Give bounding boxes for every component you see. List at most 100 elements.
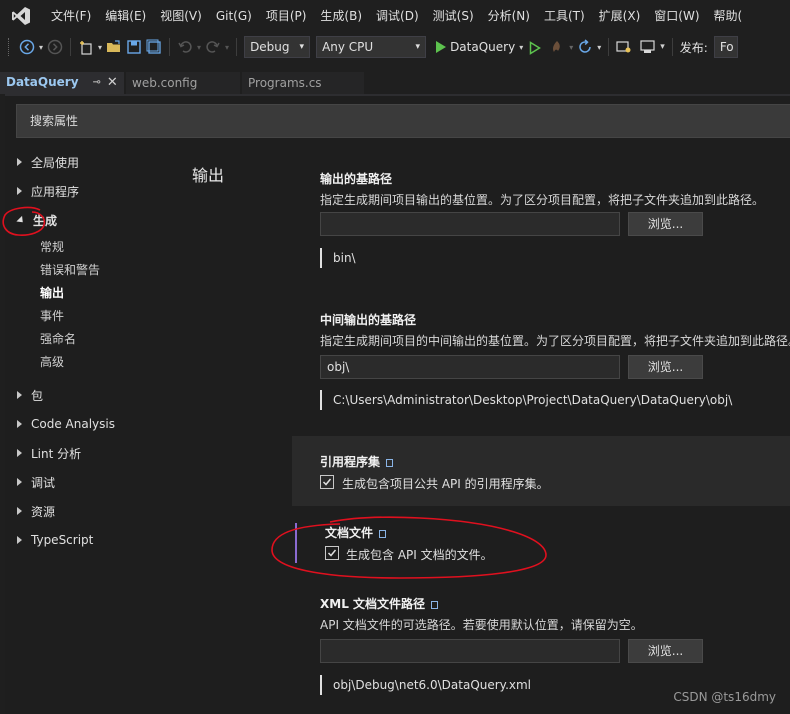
nav-sub-strong-naming[interactable]: 强命名 bbox=[40, 328, 76, 348]
expand-icon bbox=[17, 507, 22, 515]
forward-icon[interactable] bbox=[47, 36, 63, 58]
dropdown-arrow-icon[interactable]: ▾ bbox=[39, 36, 43, 58]
menu-build[interactable]: 生成(B) bbox=[313, 0, 369, 32]
start-without-debugging-icon[interactable] bbox=[529, 41, 542, 55]
menu-project[interactable]: 项目(P) bbox=[259, 0, 314, 32]
nav-item-typescript[interactable]: TypeScript bbox=[17, 530, 93, 550]
nav-sub-errors-warnings[interactable]: 错误和警告 bbox=[40, 259, 100, 279]
nav-item-label: Lint 分析 bbox=[31, 446, 82, 461]
nav-sub-events[interactable]: 事件 bbox=[40, 305, 64, 325]
hot-reload-icon[interactable] bbox=[549, 36, 565, 58]
dropdown-arrow-icon[interactable]: ▾ bbox=[597, 36, 601, 58]
pin-icon[interactable]: ⊸ bbox=[93, 77, 101, 88]
nav-sub-output[interactable]: 输出 bbox=[40, 282, 64, 302]
menu-file[interactable]: 文件(F) bbox=[44, 0, 98, 32]
expand-icon bbox=[17, 420, 22, 428]
dropdown-arrow-icon[interactable]: ▾ bbox=[519, 36, 523, 58]
menu-extensions[interactable]: 扩展(X) bbox=[592, 0, 648, 32]
menu-edit[interactable]: 编辑(E) bbox=[98, 0, 153, 32]
nav-item-resources[interactable]: 资源 bbox=[17, 501, 55, 521]
nav-item-build[interactable]: 生成 bbox=[16, 210, 58, 230]
xml-doc-path-input[interactable] bbox=[320, 639, 620, 663]
dropdown-arrow-icon[interactable]: ▾ bbox=[225, 36, 229, 58]
platform-select[interactable]: Any CPU ▾ bbox=[316, 36, 427, 58]
undo-icon[interactable] bbox=[177, 36, 193, 58]
checkmark-icon bbox=[327, 549, 337, 557]
reference-assembly-label: 引用程序集 bbox=[320, 453, 394, 470]
configuration-value: Debug bbox=[250, 40, 290, 54]
nav-item-label: 生成 bbox=[33, 213, 58, 228]
tab-label: DataQuery bbox=[6, 75, 79, 89]
documentation-file-label-text: 文档文件 bbox=[325, 526, 374, 540]
reference-assembly-checkbox[interactable] bbox=[320, 475, 334, 489]
info-icon[interactable] bbox=[386, 458, 394, 467]
menu-debug[interactable]: 调试(D) bbox=[369, 0, 426, 32]
nav-item-application[interactable]: 应用程序 bbox=[17, 181, 79, 201]
chevron-down-icon: ▾ bbox=[415, 42, 421, 52]
nav-sub-advanced[interactable]: 高级 bbox=[40, 351, 64, 371]
expand-icon bbox=[17, 478, 22, 486]
output-base-path-preview: bin\ bbox=[320, 248, 356, 268]
modified-indicator bbox=[295, 523, 297, 563]
nav-item-code-analysis[interactable]: Code Analysis bbox=[17, 414, 115, 434]
dropdown-arrow-icon[interactable]: ▾ bbox=[197, 36, 201, 58]
toolbar-separator bbox=[671, 38, 673, 56]
dropdown-arrow-icon[interactable]: ▾ bbox=[98, 36, 102, 58]
dropdown-arrow-icon[interactable]: ▾ bbox=[569, 36, 573, 58]
close-icon[interactable]: ✕ bbox=[107, 75, 118, 90]
nav-sub-label: 事件 bbox=[40, 308, 65, 323]
start-debugging-icon[interactable] bbox=[436, 41, 447, 53]
nav-item-lint[interactable]: Lint 分析 bbox=[17, 443, 81, 463]
info-icon[interactable] bbox=[431, 600, 439, 609]
nav-item-label: 调试 bbox=[31, 475, 56, 490]
document-tabs: DataQuery ⊸ ✕ web.config Programs.cs bbox=[0, 72, 790, 94]
new-project-icon[interactable] bbox=[78, 36, 94, 58]
menu-window[interactable]: 窗口(W) bbox=[647, 0, 706, 32]
window-layout-icon[interactable] bbox=[640, 36, 656, 58]
tab-dataquery[interactable]: DataQuery ⊸ ✕ bbox=[0, 72, 124, 94]
publish-select[interactable]: Fo bbox=[713, 36, 738, 58]
xml-doc-path-preview: obj\Debug\net6.0\DataQuery.xml bbox=[320, 675, 531, 695]
toolbar-grip[interactable] bbox=[8, 38, 13, 56]
tab-programs-cs[interactable]: Programs.cs bbox=[242, 72, 364, 94]
redo-icon[interactable] bbox=[205, 36, 221, 58]
info-icon[interactable] bbox=[379, 529, 387, 538]
menu-bar: 文件(F) 编辑(E) 视图(V) Git(G) 项目(P) 生成(B) 调试(… bbox=[0, 0, 790, 32]
nav-item-package[interactable]: 包 bbox=[17, 385, 43, 405]
search-label: 搜索属性 bbox=[30, 114, 79, 128]
save-icon[interactable] bbox=[126, 36, 142, 58]
output-base-path-input[interactable] bbox=[320, 212, 620, 236]
nav-item-debug[interactable]: 调试 bbox=[17, 472, 55, 492]
watermark: CSDN @ts16dmy bbox=[673, 690, 776, 704]
nav-item-global-usings[interactable]: 全局使用 bbox=[17, 152, 79, 172]
solution-explorer-icon[interactable] bbox=[616, 36, 632, 58]
menu-view[interactable]: 视图(V) bbox=[153, 0, 209, 32]
menu-help[interactable]: 帮助( bbox=[707, 0, 750, 32]
tab-web-config[interactable]: web.config bbox=[126, 72, 240, 94]
intermediate-base-path-input[interactable]: obj\ bbox=[320, 355, 620, 379]
refresh-icon[interactable] bbox=[577, 36, 593, 58]
documentation-file-checkbox[interactable] bbox=[325, 546, 339, 560]
menu-test[interactable]: 测试(S) bbox=[426, 0, 481, 32]
search-properties-input[interactable]: 搜索属性 bbox=[16, 104, 790, 138]
run-target-button[interactable]: DataQuery bbox=[450, 40, 515, 54]
visual-studio-logo-icon[interactable] bbox=[10, 5, 32, 27]
documentation-file-label: 文档文件 bbox=[325, 524, 387, 541]
menu-git[interactable]: Git(G) bbox=[209, 0, 259, 32]
toolbar: ▾ ▾ ▾ ▾ Debug ▾ Any CPU ▾ DataQuery ▾ ▾ bbox=[0, 32, 790, 62]
configuration-select[interactable]: Debug ▾ bbox=[244, 36, 311, 58]
tab-label: Programs.cs bbox=[248, 76, 322, 90]
nav-sub-general[interactable]: 常规 bbox=[40, 236, 64, 256]
intermediate-base-path-browse-button[interactable]: 浏览... bbox=[628, 355, 703, 379]
toolbar-separator bbox=[70, 38, 72, 56]
back-icon[interactable] bbox=[19, 36, 35, 58]
nav-item-label: 包 bbox=[31, 388, 44, 403]
project-properties-page: 搜索属性 全局使用 应用程序 生成 常规 错误和警告 输出 事件 强命名 高级 … bbox=[5, 94, 790, 714]
output-base-path-browse-button[interactable]: 浏览... bbox=[628, 212, 703, 236]
open-folder-icon[interactable] bbox=[106, 36, 122, 58]
xml-doc-path-browse-button[interactable]: 浏览... bbox=[628, 639, 703, 663]
overflow-icon[interactable]: ▾ bbox=[660, 36, 665, 58]
menu-analyze[interactable]: 分析(N) bbox=[481, 0, 537, 32]
save-all-icon[interactable] bbox=[146, 36, 162, 58]
menu-tools[interactable]: 工具(T) bbox=[537, 0, 592, 32]
